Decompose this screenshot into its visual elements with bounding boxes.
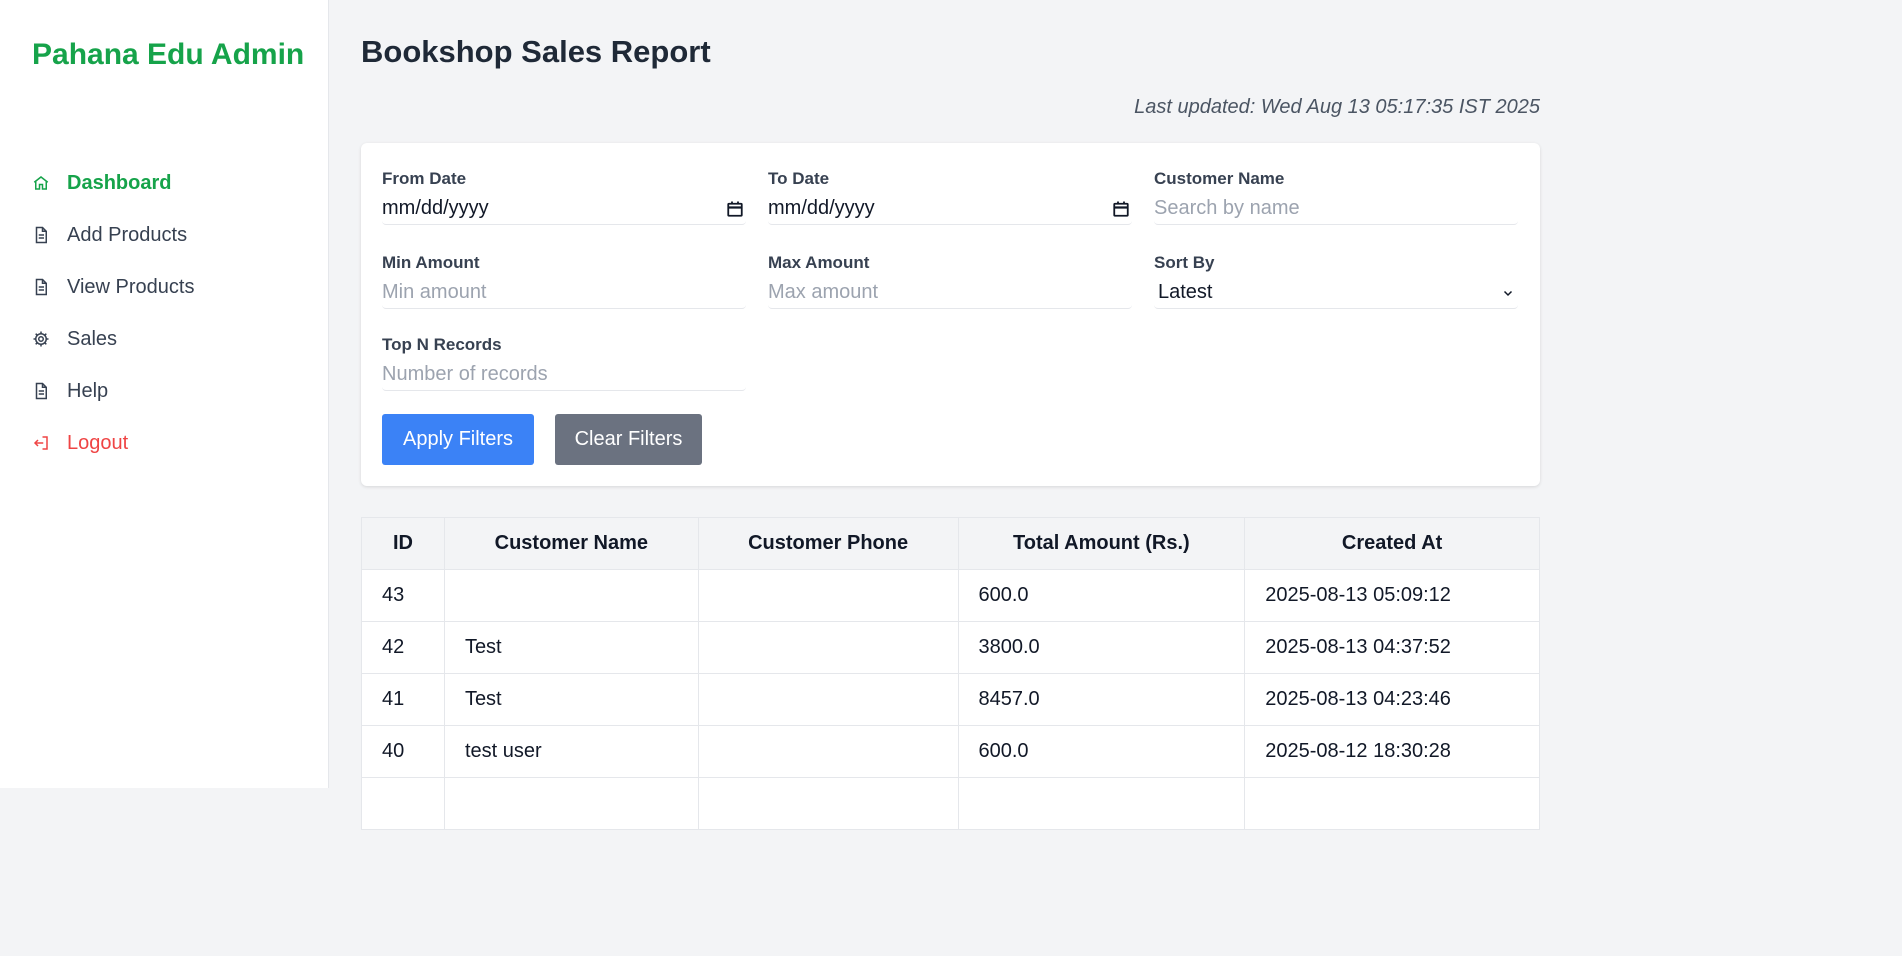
cell-total-amount: 600.0: [957, 569, 1246, 622]
table-header-row: ID Customer Name Customer Phone Total Am…: [361, 517, 1540, 570]
sort-by-label: Sort By: [1154, 253, 1215, 272]
cell-customer-phone: [697, 673, 959, 726]
cell-id: 43: [361, 569, 445, 622]
sidebar-item-add-products[interactable]: Add Products: [32, 209, 312, 261]
to-date-label: To Date: [768, 169, 830, 188]
sort-by-value: Latest: [1158, 281, 1213, 303]
brand-title: Pahana Edu Admin: [32, 38, 305, 71]
from-date-field: From Date mm/dd/yyyy: [382, 169, 746, 225]
table-row[interactable]: 40 test user 600.0 2025-08-12 18:30:28: [361, 725, 1540, 778]
sidebar-item-label: Sales: [67, 327, 118, 350]
top-n-field: Top N Records Number of records: [382, 335, 746, 391]
document-icon: [32, 278, 50, 296]
cell-customer-name: [443, 777, 699, 830]
sidebar-item-label: View Products: [67, 275, 195, 298]
max-amount-field: Max Amount Max amount: [768, 253, 1132, 309]
cell-created-at: [1244, 777, 1540, 830]
max-amount-placeholder: Max amount: [768, 281, 879, 303]
min-amount-field: Min Amount Min amount: [382, 253, 746, 309]
column-header-id[interactable]: ID: [361, 517, 445, 570]
max-amount-input[interactable]: Max amount: [768, 277, 1132, 309]
to-date-field: To Date mm/dd/yyyy: [768, 169, 1132, 225]
sidebar-item-help[interactable]: Help: [32, 365, 312, 417]
page-title: Bookshop Sales Report: [361, 34, 711, 69]
column-header-customer-name[interactable]: Customer Name: [443, 517, 699, 570]
chevron-down-icon: [1503, 290, 1513, 296]
min-amount-input[interactable]: Min amount: [382, 277, 746, 309]
cell-customer-phone: [697, 777, 959, 830]
table-row[interactable]: 43 600.0 2025-08-13 05:09:12: [361, 569, 1540, 622]
cell-created-at: 2025-08-12 18:30:28: [1244, 725, 1540, 778]
cell-total-amount: 600.0: [957, 725, 1246, 778]
top-n-input[interactable]: Number of records: [382, 359, 746, 391]
customer-name-field: Customer Name Search by name: [1154, 169, 1518, 225]
sidebar-nav: Dashboard Add Products View Products Sal…: [32, 157, 312, 469]
cell-created-at: 2025-08-13 05:09:12: [1244, 569, 1540, 622]
filter-panel: From Date mm/dd/yyyy To Date mm/dd/yyyy …: [361, 143, 1540, 486]
customer-name-placeholder: Search by name: [1154, 197, 1300, 219]
column-header-created-at[interactable]: Created At: [1244, 517, 1540, 570]
customer-name-label: Customer Name: [1154, 169, 1285, 188]
cell-customer-phone: [697, 621, 959, 674]
sidebar-item-logout[interactable]: Logout: [32, 417, 312, 469]
top-n-label: Top N Records: [382, 335, 502, 354]
document-icon: [32, 382, 50, 400]
cell-created-at: 2025-08-13 04:37:52: [1244, 621, 1540, 674]
clear-filters-button[interactable]: Clear Filters: [555, 414, 702, 465]
from-date-input[interactable]: mm/dd/yyyy: [382, 193, 746, 225]
sort-by-select[interactable]: Latest: [1154, 277, 1518, 309]
sales-table: ID Customer Name Customer Phone Total Am…: [361, 517, 1540, 830]
last-updated-text: Last updated: Wed Aug 13 05:17:35 IST 20…: [1134, 96, 1540, 118]
sidebar-item-sales[interactable]: Sales: [32, 313, 312, 365]
column-header-customer-phone[interactable]: Customer Phone: [697, 517, 959, 570]
sort-by-field: Sort By Latest: [1154, 253, 1518, 309]
gear-icon: [32, 330, 50, 348]
cell-customer-name: Test: [443, 621, 699, 674]
customer-name-input[interactable]: Search by name: [1154, 193, 1518, 225]
cell-customer-name: [443, 569, 699, 622]
cell-customer-name: test user: [443, 725, 699, 778]
cell-total-amount: [957, 777, 1246, 830]
sidebar-item-view-products[interactable]: View Products: [32, 261, 312, 313]
table-row[interactable]: 42 Test 3800.0 2025-08-13 04:37:52: [361, 621, 1540, 674]
cell-customer-phone: [697, 725, 959, 778]
calendar-icon[interactable]: [726, 200, 744, 218]
to-date-input[interactable]: mm/dd/yyyy: [768, 193, 1132, 225]
cell-total-amount: 3800.0: [957, 621, 1246, 674]
sidebar-item-label: Logout: [67, 431, 129, 454]
column-header-total-amount[interactable]: Total Amount (Rs.): [957, 517, 1246, 570]
cell-id: 40: [361, 725, 445, 778]
cell-id: 42: [361, 621, 445, 674]
max-amount-label: Max Amount: [768, 253, 870, 272]
cell-customer-phone: [697, 569, 959, 622]
top-n-placeholder: Number of records: [382, 363, 548, 385]
calendar-icon[interactable]: [1112, 200, 1130, 218]
min-amount-placeholder: Min amount: [382, 281, 487, 303]
sidebar-item-label: Dashboard: [67, 171, 172, 194]
from-date-value: mm/dd/yyyy: [382, 197, 489, 219]
cell-id: 41: [361, 673, 445, 726]
document-icon: [32, 226, 50, 244]
table-row[interactable]: 41 Test 8457.0 2025-08-13 04:23:46: [361, 673, 1540, 726]
apply-filters-button[interactable]: Apply Filters: [382, 414, 534, 465]
table-row[interactable]: [361, 777, 1540, 830]
sidebar: Pahana Edu Admin Dashboard Add Products …: [0, 0, 329, 788]
cell-created-at: 2025-08-13 04:23:46: [1244, 673, 1540, 726]
cell-total-amount: 8457.0: [957, 673, 1246, 726]
min-amount-label: Min Amount: [382, 253, 480, 272]
sidebar-item-label: Help: [67, 379, 109, 402]
logout-icon: [32, 434, 50, 452]
from-date-label: From Date: [382, 169, 467, 188]
sidebar-item-label: Add Products: [67, 223, 188, 246]
cell-customer-name: Test: [443, 673, 699, 726]
home-icon: [32, 174, 50, 192]
to-date-value: mm/dd/yyyy: [768, 197, 875, 219]
sidebar-item-dashboard[interactable]: Dashboard: [32, 157, 312, 209]
cell-id: [361, 777, 445, 830]
